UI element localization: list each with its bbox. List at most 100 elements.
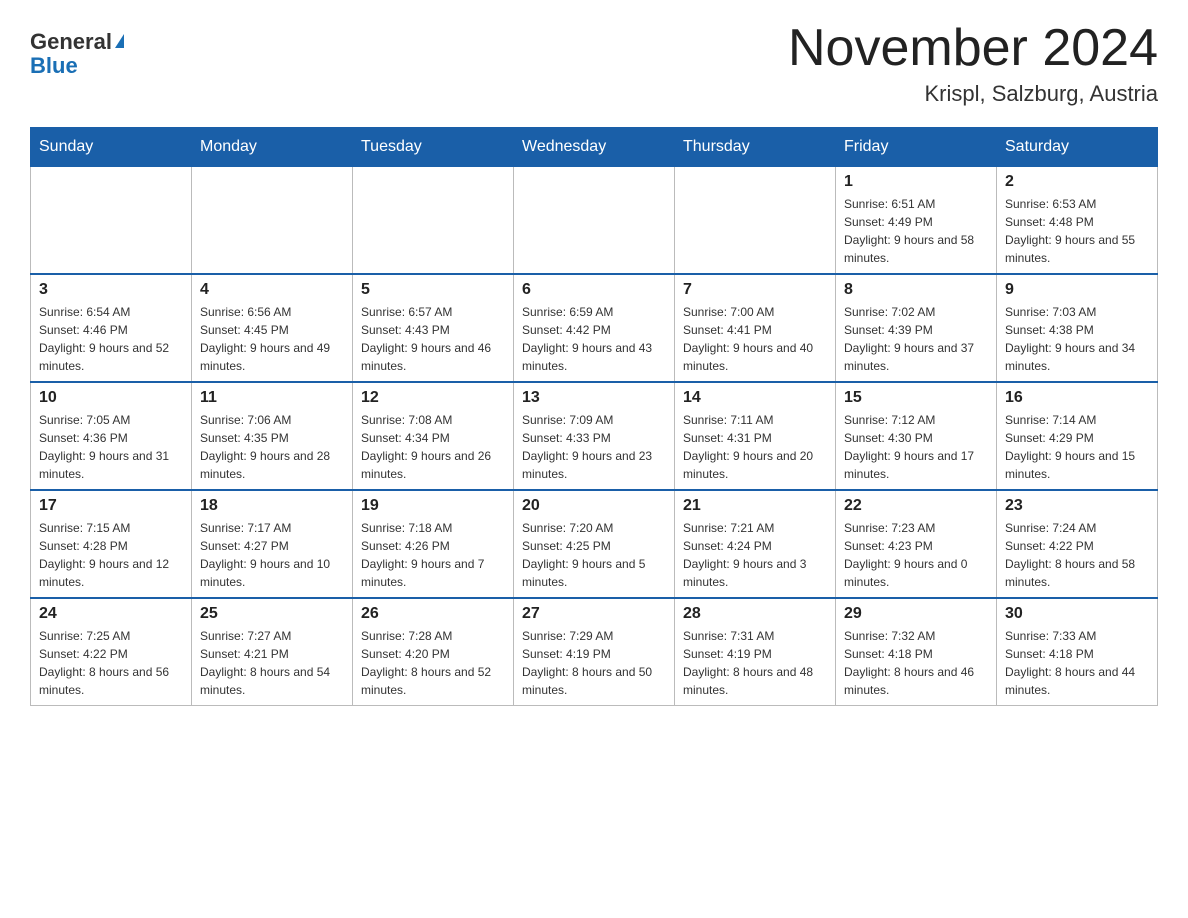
daylight-text: Daylight: 9 hours and 23 minutes. bbox=[522, 447, 666, 483]
sunset-text: Sunset: 4:21 PM bbox=[200, 645, 344, 663]
calendar-day-cell: 8Sunrise: 7:02 AMSunset: 4:39 PMDaylight… bbox=[836, 274, 997, 382]
calendar-day-cell: 13 Sunrise: 7:09 AMSunset: 4:33 PMDayligh… bbox=[514, 382, 675, 490]
weekday-header-monday: Monday bbox=[192, 128, 353, 167]
daylight-text: Daylight: 8 hours and 50 minutes. bbox=[522, 663, 666, 699]
day-number: 23 bbox=[1005, 497, 1149, 515]
month-title: November 2024 bbox=[788, 20, 1158, 77]
sunrise-text: Sunrise: 7:03 AM bbox=[1005, 303, 1149, 321]
sunset-text: Sunset: 4:38 PM bbox=[1005, 321, 1149, 339]
day-info: Sunrise: 7:18 AMSunset: 4:26 PMDaylight:… bbox=[361, 519, 505, 591]
calendar-week-row: 1 Sunrise: 6:51 AMSunset: 4:49 PMDaylight… bbox=[31, 167, 1158, 275]
calendar-day-cell: 16Sunrise: 7:14 AMSunset: 4:29 PMDayligh… bbox=[997, 382, 1158, 490]
day-info: Sunrise: 7:11 AMSunset: 4:31 PMDaylight:… bbox=[683, 411, 827, 483]
daylight-text: Daylight: 8 hours and 46 minutes. bbox=[844, 663, 988, 699]
logo-text-blue: Blue bbox=[30, 54, 78, 78]
sunset-text: Sunset: 4:19 PM bbox=[522, 645, 666, 663]
daylight-text: Daylight: 9 hours and 0 minutes. bbox=[844, 555, 988, 591]
calendar-day-cell: 1 Sunrise: 6:51 AMSunset: 4:49 PMDaylight… bbox=[836, 167, 997, 275]
day-number: 26 bbox=[361, 605, 505, 623]
logo: General Blue bbox=[30, 30, 124, 78]
sunrise-text: Sunrise: 7:09 AM bbox=[522, 411, 666, 429]
day-number: 11 bbox=[200, 389, 344, 407]
sunset-text: Sunset: 4:22 PM bbox=[1005, 537, 1149, 555]
day-info: Sunrise: 7:31 AMSunset: 4:19 PMDaylight:… bbox=[683, 627, 827, 699]
day-number: 19 bbox=[361, 497, 505, 515]
daylight-text: Daylight: 9 hours and 37 minutes. bbox=[844, 339, 988, 375]
day-number: 14 bbox=[683, 389, 827, 407]
day-number: 15 bbox=[844, 389, 988, 407]
calendar-day-cell: 11 Sunrise: 7:06 AMSunset: 4:35 PMDayligh… bbox=[192, 382, 353, 490]
day-info: Sunrise: 7:15 AMSunset: 4:28 PMDaylight:… bbox=[39, 519, 183, 591]
sunrise-text: Sunrise: 7:17 AM bbox=[200, 519, 344, 537]
day-number: 7 bbox=[683, 281, 827, 299]
sunrise-text: Sunrise: 7:23 AM bbox=[844, 519, 988, 537]
daylight-text: Daylight: 9 hours and 7 minutes. bbox=[361, 555, 505, 591]
sunset-text: Sunset: 4:30 PM bbox=[844, 429, 988, 447]
sunset-text: Sunset: 4:33 PM bbox=[522, 429, 666, 447]
sunrise-text: Sunrise: 7:06 AM bbox=[200, 411, 344, 429]
day-number: 1 bbox=[844, 173, 988, 191]
sunset-text: Sunset: 4:46 PM bbox=[39, 321, 183, 339]
sunrise-text: Sunrise: 7:27 AM bbox=[200, 627, 344, 645]
calendar-day-cell: 4Sunrise: 6:56 AMSunset: 4:45 PMDaylight… bbox=[192, 274, 353, 382]
sunrise-text: Sunrise: 7:31 AM bbox=[683, 627, 827, 645]
sunrise-text: Sunrise: 7:18 AM bbox=[361, 519, 505, 537]
day-number: 17 bbox=[39, 497, 183, 515]
daylight-text: Daylight: 9 hours and 43 minutes. bbox=[522, 339, 666, 375]
daylight-text: Daylight: 9 hours and 28 minutes. bbox=[200, 447, 344, 483]
sunset-text: Sunset: 4:26 PM bbox=[361, 537, 505, 555]
sunrise-text: Sunrise: 7:14 AM bbox=[1005, 411, 1149, 429]
day-info: Sunrise: 7:17 AMSunset: 4:27 PMDaylight:… bbox=[200, 519, 344, 591]
day-info: Sunrise: 7:06 AMSunset: 4:35 PMDaylight:… bbox=[200, 411, 344, 483]
sunset-text: Sunset: 4:41 PM bbox=[683, 321, 827, 339]
daylight-text: Daylight: 9 hours and 12 minutes. bbox=[39, 555, 183, 591]
day-number: 9 bbox=[1005, 281, 1149, 299]
calendar-day-cell bbox=[31, 167, 192, 275]
day-info: Sunrise: 6:54 AMSunset: 4:46 PMDaylight:… bbox=[39, 303, 183, 375]
calendar-day-cell: 19 Sunrise: 7:18 AMSunset: 4:26 PMDayligh… bbox=[353, 490, 514, 598]
daylight-text: Daylight: 9 hours and 26 minutes. bbox=[361, 447, 505, 483]
day-info: Sunrise: 7:29 AMSunset: 4:19 PMDaylight:… bbox=[522, 627, 666, 699]
daylight-text: Daylight: 8 hours and 56 minutes. bbox=[39, 663, 183, 699]
calendar-day-cell: 18Sunrise: 7:17 AMSunset: 4:27 PMDayligh… bbox=[192, 490, 353, 598]
sunset-text: Sunset: 4:18 PM bbox=[1005, 645, 1149, 663]
calendar-day-cell: 9 Sunrise: 7:03 AMSunset: 4:38 PMDaylight… bbox=[997, 274, 1158, 382]
sunset-text: Sunset: 4:23 PM bbox=[844, 537, 988, 555]
calendar-day-cell: 30 Sunrise: 7:33 AMSunset: 4:18 PMDayligh… bbox=[997, 598, 1158, 706]
sunrise-text: Sunrise: 6:51 AM bbox=[844, 195, 988, 213]
sunset-text: Sunset: 4:28 PM bbox=[39, 537, 183, 555]
logo-text-general: General bbox=[30, 30, 112, 54]
sunset-text: Sunset: 4:31 PM bbox=[683, 429, 827, 447]
day-info: Sunrise: 6:51 AMSunset: 4:49 PMDaylight:… bbox=[844, 195, 988, 267]
sunset-text: Sunset: 4:22 PM bbox=[39, 645, 183, 663]
title-section: November 2024 Krispl, Salzburg, Austria bbox=[788, 20, 1158, 107]
sunrise-text: Sunrise: 7:33 AM bbox=[1005, 627, 1149, 645]
sunset-text: Sunset: 4:19 PM bbox=[683, 645, 827, 663]
daylight-text: Daylight: 8 hours and 48 minutes. bbox=[683, 663, 827, 699]
day-info: Sunrise: 6:57 AMSunset: 4:43 PMDaylight:… bbox=[361, 303, 505, 375]
day-info: Sunrise: 7:03 AMSunset: 4:38 PMDaylight:… bbox=[1005, 303, 1149, 375]
day-info: Sunrise: 7:33 AMSunset: 4:18 PMDaylight:… bbox=[1005, 627, 1149, 699]
calendar-day-cell: 10Sunrise: 7:05 AMSunset: 4:36 PMDayligh… bbox=[31, 382, 192, 490]
calendar-day-cell bbox=[675, 167, 836, 275]
sunset-text: Sunset: 4:27 PM bbox=[200, 537, 344, 555]
day-info: Sunrise: 6:59 AMSunset: 4:42 PMDaylight:… bbox=[522, 303, 666, 375]
sunrise-text: Sunrise: 7:12 AM bbox=[844, 411, 988, 429]
sunrise-text: Sunrise: 7:20 AM bbox=[522, 519, 666, 537]
sunrise-text: Sunrise: 7:24 AM bbox=[1005, 519, 1149, 537]
calendar-day-cell: 22Sunrise: 7:23 AMSunset: 4:23 PMDayligh… bbox=[836, 490, 997, 598]
sunset-text: Sunset: 4:42 PM bbox=[522, 321, 666, 339]
sunset-text: Sunset: 4:39 PM bbox=[844, 321, 988, 339]
sunrise-text: Sunrise: 7:15 AM bbox=[39, 519, 183, 537]
day-number: 30 bbox=[1005, 605, 1149, 623]
daylight-text: Daylight: 9 hours and 58 minutes. bbox=[844, 231, 988, 267]
daylight-text: Daylight: 9 hours and 10 minutes. bbox=[200, 555, 344, 591]
sunset-text: Sunset: 4:43 PM bbox=[361, 321, 505, 339]
calendar-day-cell: 5Sunrise: 6:57 AMSunset: 4:43 PMDaylight… bbox=[353, 274, 514, 382]
day-info: Sunrise: 7:32 AMSunset: 4:18 PMDaylight:… bbox=[844, 627, 988, 699]
sunrise-text: Sunrise: 6:59 AM bbox=[522, 303, 666, 321]
sunrise-text: Sunrise: 7:29 AM bbox=[522, 627, 666, 645]
sunrise-text: Sunrise: 7:08 AM bbox=[361, 411, 505, 429]
sunset-text: Sunset: 4:36 PM bbox=[39, 429, 183, 447]
day-number: 13 bbox=[522, 389, 666, 407]
